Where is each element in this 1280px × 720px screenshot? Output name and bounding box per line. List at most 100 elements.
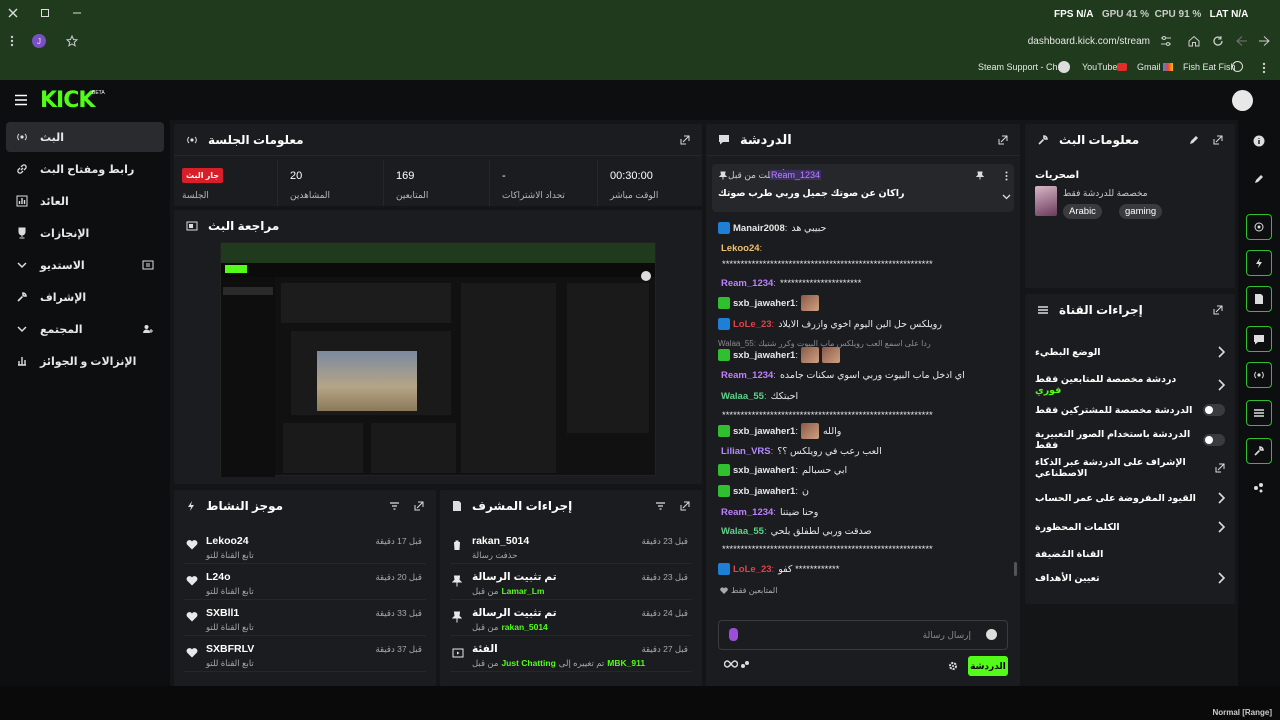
filter-icon[interactable] bbox=[389, 501, 400, 511]
chevron-right-icon[interactable] bbox=[1217, 379, 1225, 391]
chat-message[interactable]: Ream_1234: ********************** bbox=[718, 274, 1002, 292]
bookmark-steam[interactable]: Steam Support - Ch... bbox=[978, 62, 1065, 72]
broadcast-icon[interactable] bbox=[1246, 362, 1272, 388]
channel-settings-icon[interactable] bbox=[1246, 400, 1272, 426]
chat-username[interactable]: Ream_1234 bbox=[721, 278, 773, 289]
chat-message[interactable]: Ream_1234: وحنا ضيتنا bbox=[718, 503, 1002, 521]
popout-icon[interactable] bbox=[1213, 135, 1223, 145]
chat-username[interactable]: sxb_jawaher1 bbox=[733, 465, 795, 476]
toggle-switch[interactable] bbox=[1203, 404, 1225, 416]
sidebar-item-community[interactable]: المجتمع bbox=[6, 314, 164, 344]
mod-user[interactable]: Lamar_Lm bbox=[501, 586, 544, 596]
chat-message[interactable]: sxb_jawaher1: bbox=[718, 346, 1002, 364]
bookmark-gmail[interactable]: Gmail bbox=[1137, 62, 1161, 72]
chat-username[interactable]: Ream_1234 bbox=[721, 370, 773, 381]
chat-icon[interactable] bbox=[1246, 326, 1272, 352]
chat-message[interactable]: ****************************************… bbox=[718, 540, 1002, 558]
popout-icon[interactable] bbox=[414, 501, 424, 511]
bolt-icon[interactable] bbox=[1246, 250, 1272, 276]
chat-username[interactable]: Lilian_VRS bbox=[721, 446, 771, 457]
popout-icon[interactable] bbox=[998, 135, 1008, 145]
list-item[interactable]: الفئة من قبل Just Chatting تم تغييره إلى MBK… bbox=[450, 638, 692, 672]
chat-username[interactable]: Ream_1234 bbox=[721, 507, 773, 518]
mod-user[interactable]: rakan_5014 bbox=[501, 622, 547, 632]
list-item[interactable]: تم تثبيت الرسالة من قبل Lamar_Lm قبل 23 دقي… bbox=[450, 566, 692, 600]
channel-action-item[interactable]: القيود المفروضة على عمر الحساب bbox=[1035, 486, 1225, 510]
list-item[interactable]: تم تثبيت الرسالة من قبل rakan_5014 قبل 24 د… bbox=[450, 602, 692, 636]
community-icon[interactable] bbox=[1246, 474, 1272, 500]
sidebar-item-stream-key[interactable]: رابط ومفتاح البث bbox=[6, 154, 164, 184]
popout-icon[interactable] bbox=[1213, 305, 1223, 315]
chevron-right-icon[interactable] bbox=[1217, 492, 1225, 504]
bookmarks-more-icon[interactable] bbox=[1262, 62, 1266, 74]
microphone-icon[interactable] bbox=[729, 628, 738, 641]
sidebar-item-studio[interactable]: الاستديو bbox=[6, 250, 164, 280]
chat-username[interactable]: sxb_jawaher1 bbox=[733, 298, 795, 309]
chat-message[interactable]: ****************************************… bbox=[718, 255, 1002, 273]
channel-action-item[interactable]: الإشراف على الدردشة عبر الذكاء الاصطناعي bbox=[1035, 456, 1225, 480]
pinned-user[interactable]: Ream_1234 bbox=[770, 170, 822, 180]
bookmark-fish[interactable]: Fish Eat Fish bbox=[1183, 62, 1236, 72]
popout-icon[interactable] bbox=[680, 501, 690, 511]
menu-dots-icon[interactable] bbox=[10, 35, 14, 47]
forward-icon[interactable] bbox=[1236, 35, 1248, 47]
chat-username[interactable]: Manair2008 bbox=[733, 223, 785, 234]
kick-logo[interactable]: KICK bbox=[40, 88, 95, 113]
chat-send-button[interactable]: الدردشة bbox=[968, 656, 1008, 676]
tune-icon[interactable] bbox=[1160, 35, 1172, 47]
pinned-message[interactable]: أرسلت من قبل Ream_1234 راكان عن صوتك جمي… bbox=[712, 164, 1014, 212]
list-item[interactable]: rakan_5014 حذفت رسالة قبل 23 دقيقة bbox=[450, 530, 692, 564]
chat-scrollbar[interactable] bbox=[1014, 562, 1017, 576]
home-icon[interactable] bbox=[1188, 35, 1200, 47]
channel-action-item[interactable]: تعيين الأهداف bbox=[1035, 566, 1225, 590]
chevron-right-icon[interactable] bbox=[1217, 521, 1225, 533]
reload-icon[interactable] bbox=[1212, 35, 1224, 47]
list-item[interactable]: L24o تابع القناة للتو قبل 20 دقيقة bbox=[184, 566, 426, 600]
restore-window-icon[interactable] bbox=[40, 8, 50, 18]
list-item[interactable]: Lekoo24 تابع القناة للتو قبل 17 دقيقة bbox=[184, 530, 426, 564]
stream-preview-video[interactable] bbox=[220, 242, 656, 477]
sidebar-item-moderation[interactable]: الإشراف bbox=[6, 282, 164, 312]
close-window-icon[interactable] bbox=[8, 8, 18, 18]
back-icon[interactable] bbox=[1258, 35, 1270, 47]
minimize-window-icon[interactable] bbox=[72, 8, 82, 18]
sidebar-item-drops[interactable]: الإنزالات و الجوائز bbox=[6, 346, 164, 376]
channel-action-item[interactable]: الدردشة مخصصة للمشتركين فقط bbox=[1035, 398, 1225, 422]
chat-message[interactable]: Ream_1234: اي ادخل ماب البيوت وربي اسوي س… bbox=[718, 366, 1002, 384]
chevron-right-icon[interactable] bbox=[1217, 572, 1225, 584]
list-item[interactable]: SXBFRLV تابع القناة للتو قبل 37 دقيقة bbox=[184, 638, 426, 672]
profile-avatar[interactable]: J bbox=[32, 34, 46, 48]
chat-message[interactable]: Walaa_55: صدقت وربي لطفلق بلحي bbox=[718, 522, 1002, 540]
external-link-icon[interactable] bbox=[1215, 463, 1225, 473]
category-thumbnail[interactable] bbox=[1035, 186, 1057, 216]
bookmark-youtube[interactable]: YouTube bbox=[1082, 62, 1117, 72]
user-avatar[interactable] bbox=[1232, 90, 1253, 111]
hamburger-icon[interactable] bbox=[14, 94, 28, 106]
chat-message[interactable]: sxb_jawaher1: bbox=[718, 294, 1002, 312]
edit-icon[interactable] bbox=[1189, 135, 1199, 145]
channel-action-item[interactable]: دردشة مخصصة للمتابعين فقط فوري bbox=[1035, 370, 1225, 400]
gear-icon[interactable] bbox=[948, 661, 958, 671]
channel-action-item[interactable]: الدردشة باستخدام الصور التعبيرية فقط bbox=[1035, 428, 1225, 452]
chat-message[interactable]: LoLe_23: كفو ************ bbox=[718, 560, 1002, 578]
sidebar-item-stream[interactable]: البث bbox=[6, 122, 164, 152]
unpin-icon[interactable] bbox=[976, 171, 984, 180]
chat-username[interactable]: LoLe_23 bbox=[733, 319, 772, 330]
filter-icon[interactable] bbox=[655, 501, 666, 511]
mod-user[interactable]: MBK_911 bbox=[607, 658, 645, 668]
url-field[interactable]: dashboard.kick.com/stream bbox=[1028, 36, 1150, 47]
chat-username[interactable]: Lekoo24 bbox=[721, 243, 760, 254]
tag-arabic[interactable]: Arabic bbox=[1063, 204, 1102, 219]
chat-username[interactable]: sxb_jawaher1 bbox=[733, 426, 795, 437]
mod-user[interactable]: Just Chatting bbox=[501, 658, 555, 668]
chat-message[interactable]: LoLe_23: رويلكس حل الين اليوم اخوي وازرف … bbox=[718, 315, 1002, 333]
edit-icon[interactable] bbox=[1246, 166, 1272, 192]
wrench-icon[interactable] bbox=[1246, 438, 1272, 464]
chevron-down-icon[interactable] bbox=[1002, 194, 1011, 200]
chat-username[interactable]: sxb_jawaher1 bbox=[733, 350, 795, 361]
info-icon[interactable] bbox=[1246, 128, 1272, 154]
chat-username[interactable]: Walaa_55 bbox=[721, 526, 764, 537]
chat-message[interactable]: Walaa_55: احبتكك bbox=[718, 387, 1002, 405]
sidebar-item-revenue[interactable]: العائد bbox=[6, 186, 164, 216]
chevron-right-icon[interactable] bbox=[1217, 346, 1225, 358]
